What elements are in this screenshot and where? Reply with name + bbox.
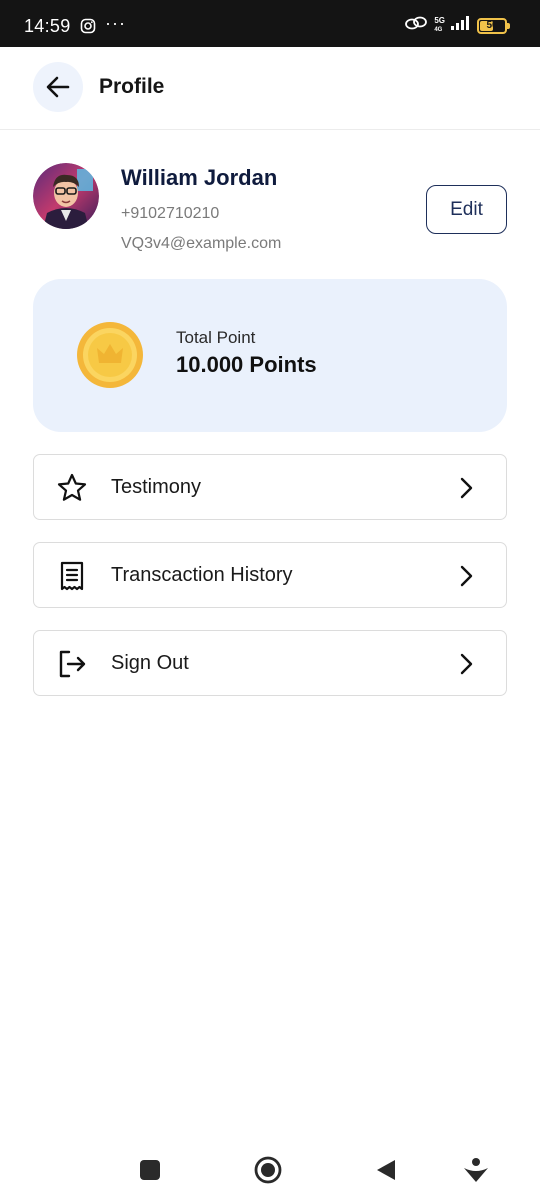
network-5g: 5G — [434, 16, 445, 25]
menu-item-label: Transcaction History — [111, 564, 293, 586]
menu-item-transaction-history[interactable]: Transcaction History — [33, 542, 507, 608]
back-nav-button[interactable] — [370, 1155, 400, 1185]
triangle-back-icon — [377, 1160, 395, 1180]
instagram-icon — [80, 18, 96, 39]
points-value: 10.000 Points — [176, 352, 317, 377]
edit-profile-button[interactable]: Edit — [426, 185, 507, 234]
menu-item-label: Testimony — [111, 476, 202, 498]
user-name: William Jordan — [121, 165, 278, 190]
assistant-icon — [464, 1158, 488, 1182]
battery-level: 50 — [486, 20, 498, 31]
battery-body: 50 — [477, 17, 507, 34]
star-icon — [56, 472, 88, 504]
battery-tip — [507, 22, 510, 29]
avatar — [33, 163, 99, 229]
recents-button[interactable] — [135, 1155, 165, 1185]
chevron-right-icon — [454, 652, 478, 676]
crown-coin-icon — [77, 322, 143, 388]
signal-icon — [451, 16, 471, 35]
status-right: 5G 4G 50 — [404, 15, 510, 36]
circle-icon — [254, 1156, 282, 1184]
app-header: Profile — [0, 47, 540, 130]
sign-out-icon — [56, 648, 88, 680]
more-notifications-icon: ··· — [105, 13, 126, 33]
status-bar: 14:59 ··· 5G 4G 50 — [0, 0, 540, 47]
chevron-right-icon — [454, 476, 478, 500]
system-nav-bar — [0, 1135, 540, 1200]
back-button[interactable] — [33, 62, 83, 112]
assistant-button[interactable] — [461, 1155, 491, 1185]
page-title: Profile — [99, 75, 165, 98]
link-icon — [404, 15, 428, 36]
menu-item-testimony[interactable]: Testimony — [33, 454, 507, 520]
arrow-left-icon — [46, 76, 70, 98]
chevron-right-icon — [454, 564, 478, 588]
points-label: Total Point — [176, 328, 256, 347]
user-email: VQ3v4@example.com — [121, 235, 282, 252]
network-type: 5G 4G — [434, 17, 445, 34]
network-4g: 4G — [434, 27, 443, 33]
receipt-icon — [56, 560, 88, 592]
user-phone: +9102710210 — [121, 205, 220, 222]
status-time: 14:59 — [24, 16, 71, 36]
menu-item-label: Sign Out — [111, 652, 189, 674]
menu-item-sign-out[interactable]: Sign Out — [33, 630, 507, 696]
home-button[interactable] — [253, 1155, 283, 1185]
points-card: Total Point 10.000 Points — [33, 279, 507, 432]
square-icon — [140, 1160, 160, 1180]
battery-icon: 50 — [477, 17, 510, 34]
